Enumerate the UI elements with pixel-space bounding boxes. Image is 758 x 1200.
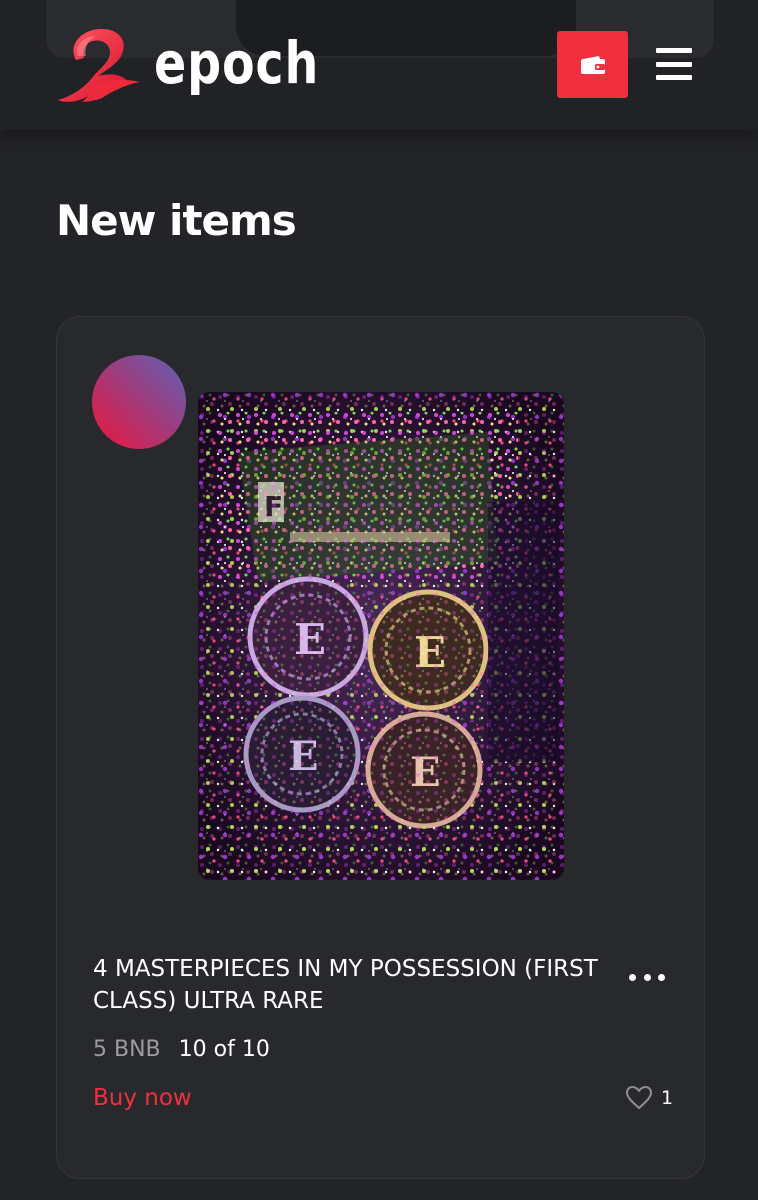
item-price: 5 BNB xyxy=(93,1037,161,1062)
item-stock: 10 of 10 xyxy=(178,1037,270,1062)
brand-logo[interactable]: epoch xyxy=(58,26,355,104)
menu-bar xyxy=(656,75,692,80)
hamburger-menu-icon[interactable] xyxy=(656,48,692,80)
nft-artwork-graphic: F E E E E xyxy=(198,392,564,880)
menu-bar xyxy=(656,48,692,53)
wallet-button[interactable] xyxy=(557,31,628,98)
creator-avatar[interactable] xyxy=(92,355,186,449)
nft-artwork-image[interactable]: F E E E E xyxy=(198,392,564,880)
like-count: 1 xyxy=(661,1086,674,1109)
wallet-icon xyxy=(580,55,605,74)
more-dots-icon[interactable] xyxy=(629,969,665,985)
site-header: epoch xyxy=(0,0,758,130)
section-title: New items xyxy=(56,196,297,245)
epoch-logo-icon xyxy=(58,28,140,102)
menu-bar xyxy=(656,61,692,67)
like-button[interactable]: 1 xyxy=(625,1085,673,1110)
heart-outline-icon xyxy=(625,1085,653,1110)
nft-item-card[interactable]: F E E E E 4 MASTERPIECES IN MY POSSESSIO… xyxy=(56,316,705,1179)
item-title[interactable]: 4 MASTERPIECES IN MY POSSESSION (FIRST C… xyxy=(93,953,603,1017)
brand-name: epoch xyxy=(154,29,320,97)
buy-now-link[interactable]: Buy now xyxy=(93,1085,192,1111)
price-row: 5 BNB 10 of 10 xyxy=(93,1037,270,1062)
